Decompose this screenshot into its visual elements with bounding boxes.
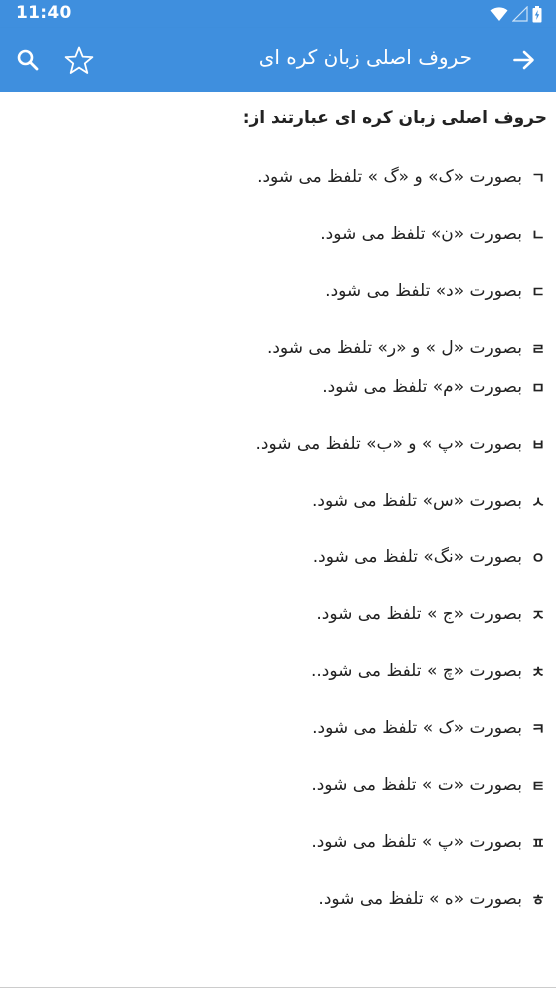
star-outline-icon <box>64 46 94 74</box>
korean-letter: ㅋ <box>531 719 545 738</box>
pronunciation-text: بصورت «ت » تلفظ می شود. <box>311 775 522 795</box>
letter-row: ㅈ بصورت «ج » تلفظ می شود. <box>316 601 546 627</box>
letter-row: ㅍ بصورت «پ » تلفظ می شود. <box>311 829 546 855</box>
pronunciation-text: بصورت «ک» و «گ » تلفظ می شود. <box>257 167 522 187</box>
pronunciation-text: بصورت «نگ» تلفظ می شود. <box>312 547 522 567</box>
letter-row: ㄱ بصورت «ک» و «گ » تلفظ می شود. <box>257 164 546 190</box>
intro-heading: حروف اصلی زبان کره ای عبارتند از: <box>242 108 547 128</box>
pronunciation-text: بصورت «م» تلفظ می شود. <box>322 377 522 397</box>
app-bar: حروف اصلی زبان کره ای <box>0 28 556 92</box>
letter-row: ㅁ بصورت «م» تلفظ می شود. <box>322 374 546 400</box>
pronunciation-text: بصورت «ج » تلفظ می شود. <box>316 604 522 624</box>
forward-button[interactable] <box>504 40 544 80</box>
letter-row: ㄹ بصورت «ل » و «ر» تلفظ می شود. <box>267 335 546 361</box>
signal-icon <box>512 6 528 22</box>
forward-arrow-icon <box>513 50 534 70</box>
korean-letter: ㅌ <box>531 776 545 795</box>
pronunciation-text: بصورت «س» تلفظ می شود. <box>311 491 522 511</box>
wifi-icon <box>490 7 508 21</box>
korean-letter: ㅅ <box>531 492 545 511</box>
pronunciation-text: بصورت «چ » تلفظ می شود.. <box>310 661 522 681</box>
letter-row: ㄷ بصورت «د» تلفظ می شود. <box>325 278 546 304</box>
battery-icon <box>532 5 542 22</box>
letter-row: ㅎ بصورت «ه » تلفظ می شود. <box>318 886 546 912</box>
pronunciation-text: بصورت «ه » تلفظ می شود. <box>318 889 522 909</box>
korean-letter: ㅂ <box>531 435 545 454</box>
korean-letter: ㅇ <box>531 548 545 567</box>
letter-row: ㅂ بصورت «پ » و «ب» تلفظ می شود. <box>256 431 547 457</box>
korean-letter: ㅊ <box>531 662 545 681</box>
content-area: حروف اصلی زبان کره ای عبارتند از: ㄱ بصور… <box>0 92 556 987</box>
korean-letter: ㅈ <box>531 605 545 624</box>
letter-row: ㅊ بصورت «چ » تلفظ می شود.. <box>311 658 546 684</box>
letter-row: ㄴ بصورت «ن» تلفظ می شود. <box>320 221 546 247</box>
letter-row: ㅇ بصورت «نگ» تلفظ می شود. <box>313 544 546 570</box>
pronunciation-text: بصورت «پ » و «ب» تلفظ می شود. <box>255 434 523 454</box>
korean-letter: ㅎ <box>531 890 545 909</box>
status-time: 11:40 <box>16 3 72 23</box>
korean-letter: ㅁ <box>531 378 545 397</box>
status-icons <box>490 5 542 23</box>
page-title: حروف اصلی زبان کره ای <box>258 45 472 69</box>
korean-letter: ㄱ <box>531 168 545 187</box>
korean-letter: ㅍ <box>531 833 545 852</box>
korean-letter: ㄴ <box>531 225 545 244</box>
pronunciation-text: بصورت «ن» تلفظ می شود. <box>320 224 522 244</box>
letter-row: ㅅ بصورت «س» تلفظ می شود. <box>312 488 546 514</box>
pronunciation-text: بصورت «ل » و «ر» تلفظ می شود. <box>266 338 522 358</box>
korean-letter: ㄷ <box>531 282 545 301</box>
pronunciation-text: بصورت «د» تلفظ می شود. <box>325 281 522 301</box>
search-icon <box>17 49 39 71</box>
favorite-button[interactable] <box>59 40 99 80</box>
pronunciation-text: بصورت «پ » تلفظ می شود. <box>311 832 522 852</box>
letter-row: ㅋ بصورت «ک » تلفظ می شود. <box>312 715 546 741</box>
status-bar: 11:40 <box>0 0 556 28</box>
search-button[interactable] <box>8 40 48 80</box>
letter-row: ㅌ بصورت «ت » تلفظ می شود. <box>311 772 546 798</box>
korean-letter: ㄹ <box>531 339 545 358</box>
pronunciation-text: بصورت «ک » تلفظ می شود. <box>312 718 522 738</box>
